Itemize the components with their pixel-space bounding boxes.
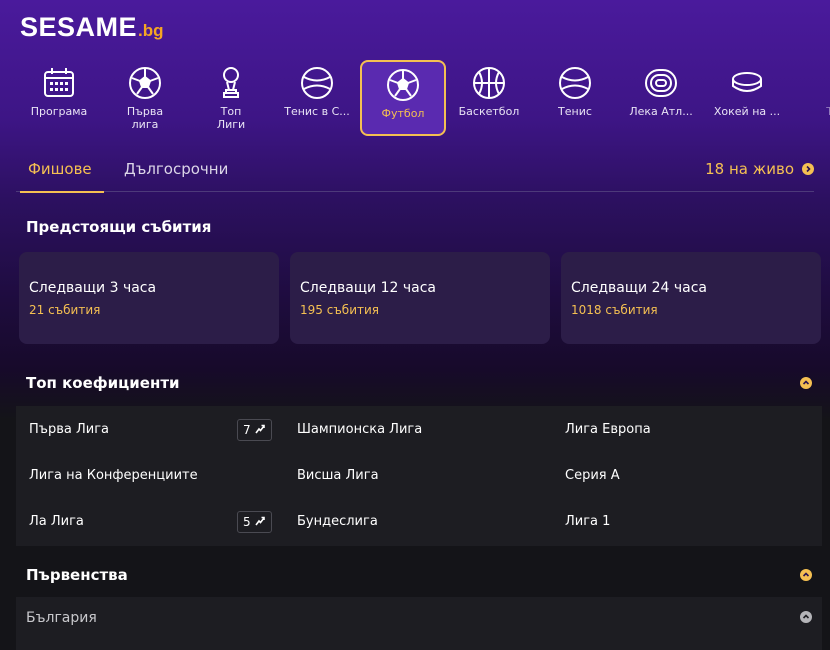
upcoming-card-12h[interactable]: Следващи 12 часа 195 събития [290,252,550,344]
country-row-bulgaria[interactable]: България [16,597,822,650]
boost-badge[interactable]: 5 [237,511,272,533]
sport-label: Футбол [381,107,425,120]
upcoming-events-title: Предстоящи събития [26,218,212,236]
card-title: Следващи 24 часа [571,280,707,296]
tab-dalgosrochni[interactable]: Дългосрочни [124,160,228,178]
sport-tab-tenis[interactable]: Тенис [532,60,618,136]
brand-tld: .bg [138,21,164,40]
sport-label: Лека Атл... [629,105,693,118]
sport-label: Те [826,105,830,118]
top-odds-grid: Първа Лига 7 Шампионска Лига Лига Европа… [16,406,822,546]
upcoming-cards: Следващи 3 часа 21 събития Следващи 12 ч… [19,252,821,344]
chevron-up-icon[interactable] [800,569,812,581]
sport-tab-futbol[interactable]: Футбол [360,60,446,136]
top-odds-title: Топ коефициенти [26,374,180,392]
card-count: 1018 събития [571,303,658,317]
card-count: 21 събития [29,303,101,317]
league-link-la-liga[interactable]: Ла Лига [29,512,84,532]
boost-count: 7 [243,423,251,437]
sport-label: Топ Лиги [216,105,246,131]
sport-label: Първа лига [126,105,164,131]
live-events-link[interactable]: 18 на живо [705,160,814,178]
sport-tab-leka-atletika[interactable]: Лека Атл... [618,60,704,136]
running-track-icon [644,66,678,100]
tennis-ball-icon [300,66,334,100]
sports-nav: Програма Първа лига Топ Лиги Тенис в С..… [16,60,830,136]
card-count: 195 събития [300,303,380,317]
brand-logo[interactable]: SESAME .bg [20,12,164,44]
boost-count: 5 [243,515,251,529]
hockey-puck-icon [730,66,764,100]
basketball-icon [472,66,506,100]
soccer-ball-icon [128,66,162,100]
sport-tab-tenis-s[interactable]: Тенис в С... [274,60,360,136]
championships-title: Първенства [26,566,128,584]
sport-label: Тенис [558,105,592,118]
tennis-ball-icon [558,66,592,100]
card-title: Следващи 3 часа [29,280,157,296]
upcoming-card-3h[interactable]: Следващи 3 часа 21 събития [19,252,279,344]
chevron-right-icon [802,163,814,175]
boost-arrow-icon [251,423,266,438]
trophy-icon [214,66,248,100]
league-link-ligue-1[interactable]: Лига 1 [565,512,610,532]
chevron-up-icon[interactable] [800,611,812,623]
live-events-label: 18 на живо [705,160,794,178]
upcoming-card-24h[interactable]: Следващи 24 часа 1018 събития [561,252,821,344]
sport-tab-programa[interactable]: Програма [16,60,102,136]
sport-tab-te[interactable]: Те [790,60,830,136]
league-link-champions-league[interactable]: Шампионска Лига [297,420,422,440]
boost-badge[interactable]: 7 [237,419,272,441]
league-link-conference-league[interactable]: Лига на Конференциите [29,466,198,486]
brand-name: SESAME [20,12,138,42]
league-link-parva-liga[interactable]: Първа Лига [29,420,109,440]
country-label: България [26,610,97,626]
tab-fishove[interactable]: Фишове [20,160,104,193]
sport-tab-top-ligi[interactable]: Топ Лиги [188,60,274,136]
sport-label: Хокей на ... [713,105,781,118]
league-link-premier-league[interactable]: Висша Лига [297,466,379,486]
league-link-bundesliga[interactable]: Бундеслига [297,512,378,532]
calendar-icon [42,66,76,100]
sport-label: Баскетбол [458,105,520,118]
league-link-europa-league[interactable]: Лига Европа [565,420,651,440]
boost-arrow-icon [251,515,266,530]
sport-label: Тенис в С... [284,105,350,118]
soccer-ball-icon [386,68,420,102]
chevron-up-icon[interactable] [800,377,812,389]
sport-tab-parva-liga[interactable]: Първа лига [102,60,188,136]
market-tabs: Фишове Дългосрочни 18 на живо [16,148,814,193]
sport-label: Програма [30,105,88,118]
card-title: Следващи 12 часа [300,280,436,296]
league-link-serie-a[interactable]: Серия А [565,466,620,486]
sport-tab-basketbol[interactable]: Баскетбол [446,60,532,136]
sport-tab-hokey[interactable]: Хокей на ... [704,60,790,136]
